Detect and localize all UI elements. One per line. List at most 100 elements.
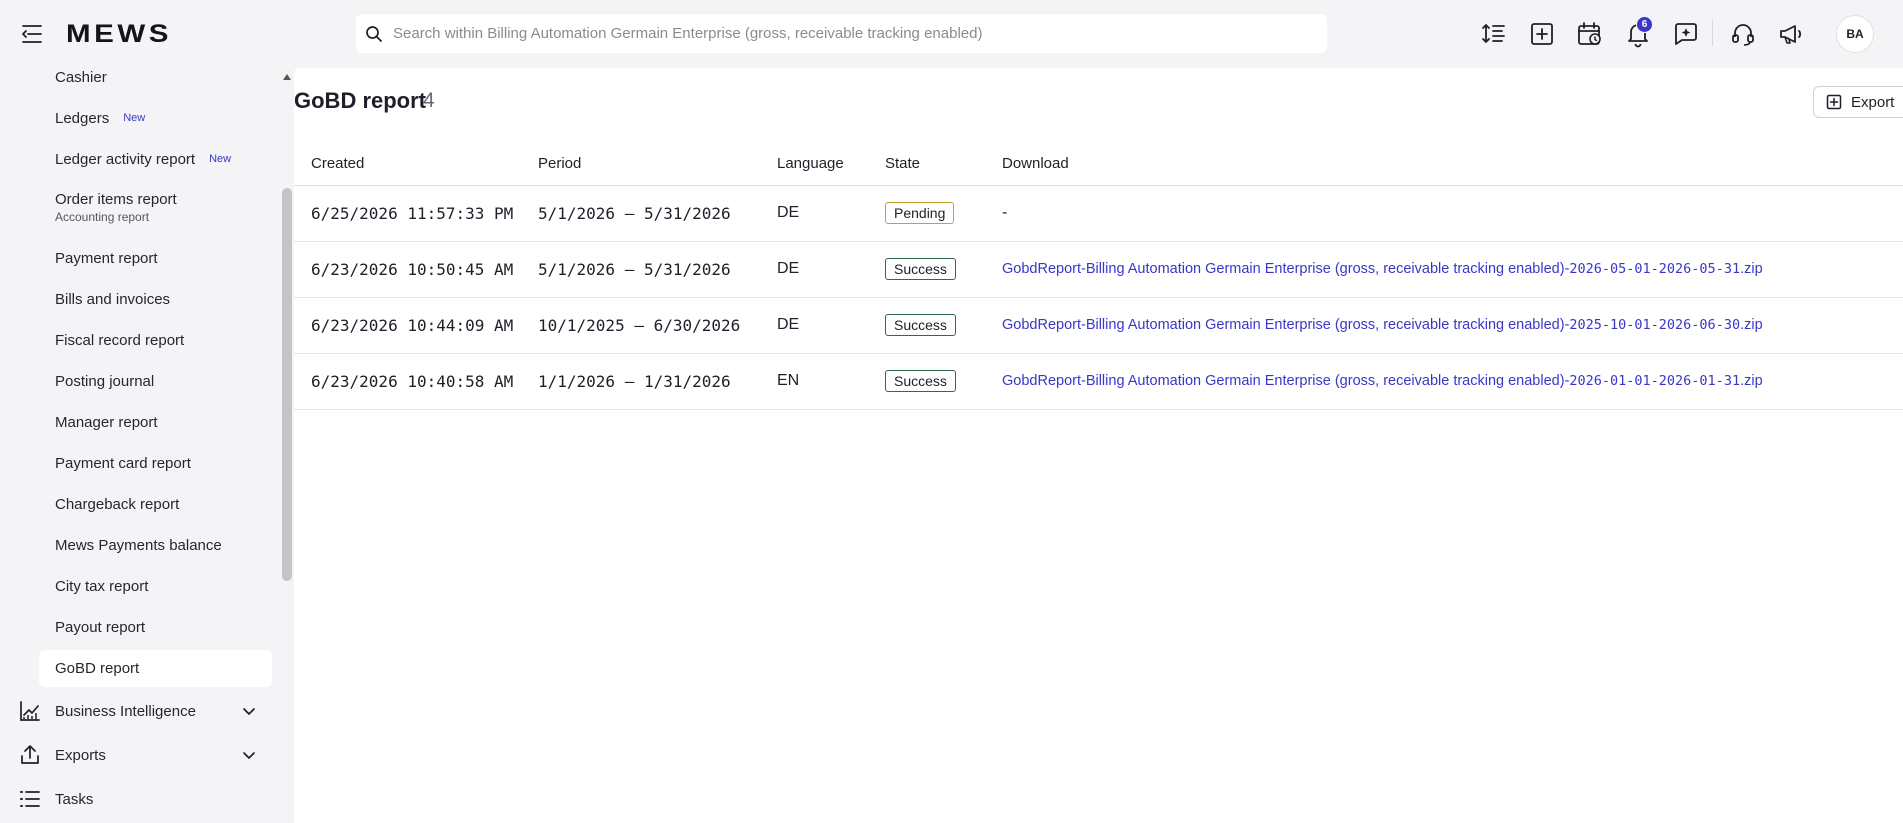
download-file-ext: .zip xyxy=(1740,317,1763,333)
sidebar-item-mews-payments-balance[interactable]: Mews Payments balance xyxy=(39,536,272,554)
sidebar-group-exports[interactable]: Exports xyxy=(0,738,265,772)
sidebar-item-label: Posting journal xyxy=(55,372,155,390)
sidebar-item-city-tax-report[interactable]: City tax report xyxy=(39,577,272,595)
column-header-state[interactable]: State xyxy=(885,143,1002,186)
download-link[interactable]: GobdReport-Billing Automation Germain En… xyxy=(1002,261,1763,277)
download-cell: GobdReport-Billing Automation Germain En… xyxy=(1002,297,1903,354)
new-tag: New xyxy=(123,112,146,124)
chevron-down-icon[interactable] xyxy=(241,703,257,719)
table-header-row: Created Period Language State Download xyxy=(294,143,1903,186)
created-cell: 6/25/2026 11:57:33 PM xyxy=(294,185,538,242)
table-row[interactable]: 6/23/2026 10:44:09 AM 10/1/2025 – 6/30/2… xyxy=(294,297,1903,354)
download-file-name: GobdReport-Billing Automation Germain En… xyxy=(1002,373,1570,389)
menu-toggle-icon[interactable] xyxy=(20,23,44,45)
sidebar-item-label: Manager report xyxy=(55,413,158,431)
scroll-up-arrow-icon[interactable] xyxy=(283,74,291,80)
status-badge: Success xyxy=(885,258,956,280)
state-cell: Success xyxy=(885,353,1002,410)
download-link[interactable]: GobdReport-Billing Automation Germain En… xyxy=(1002,373,1763,389)
calendar-clock-icon[interactable] xyxy=(1576,20,1604,48)
sidebar-item-label: Order items report xyxy=(55,191,177,208)
download-file-ext: .zip xyxy=(1740,373,1763,389)
search-input[interactable] xyxy=(393,25,1293,42)
search-icon xyxy=(366,25,382,42)
sidebar-item-sublabel: Accounting report xyxy=(55,210,150,224)
export-label: Export xyxy=(1851,93,1895,111)
sidebar-item-bills-and-invoices[interactable]: Bills and invoices xyxy=(39,290,272,308)
export-button[interactable]: Export xyxy=(1813,86,1903,118)
report-count: 4 xyxy=(423,89,435,112)
sidebar-item-label: Ledger activity report xyxy=(55,150,196,168)
column-header-created[interactable]: Created xyxy=(294,143,538,186)
export-icon xyxy=(1826,94,1842,110)
download-file-name: GobdReport-Billing Automation Germain En… xyxy=(1002,261,1570,277)
status-badge: Success xyxy=(885,314,956,336)
main-content: GoBD report 4 Export Created Period Lang… xyxy=(294,68,1903,823)
table-row[interactable]: 6/23/2026 10:50:45 AM 5/1/2026 – 5/31/20… xyxy=(294,241,1903,298)
language-cell: DE xyxy=(777,185,885,242)
language-cell: DE xyxy=(777,297,885,354)
sidebar-item-label: Mews Payments balance xyxy=(55,536,222,554)
sidebar-group-business-intelligence[interactable]: Business Intelligence xyxy=(0,694,265,728)
sidebar-item-label: GoBD report xyxy=(55,660,140,677)
sidebar-group-label: Business Intelligence xyxy=(55,702,196,720)
period-cell: 5/1/2026 – 5/31/2026 xyxy=(538,241,777,298)
sidebar-item-label: Ledgers xyxy=(55,109,110,127)
sidebar-item-order-items-report[interactable]: Order items report Accounting report xyxy=(39,191,272,225)
sidebar-item-chargeback-report[interactable]: Chargeback report xyxy=(39,495,272,513)
state-cell: Success xyxy=(885,241,1002,298)
language-cell: EN xyxy=(777,353,885,410)
sidebar-group-tasks[interactable]: Tasks xyxy=(0,782,265,816)
download-link[interactable]: GobdReport-Billing Automation Germain En… xyxy=(1002,317,1763,333)
add-square-icon[interactable] xyxy=(1528,20,1556,48)
sidebar-item-manager-report[interactable]: Manager report xyxy=(39,413,272,431)
sidebar: Cashier Ledgers New Ledger activity repor… xyxy=(0,68,280,823)
no-download-text: - xyxy=(1002,204,1008,221)
sidebar-item-payment-card-report[interactable]: Payment card report xyxy=(39,454,272,472)
status-badge: Success xyxy=(885,370,956,392)
created-cell: 6/23/2026 10:44:09 AM xyxy=(294,297,538,354)
sidebar-item-posting-journal[interactable]: Posting journal xyxy=(39,372,272,390)
download-file-dates: 2025-10-01-2026-06-30 xyxy=(1569,317,1741,333)
sidebar-item-label: Cashier xyxy=(55,68,107,86)
column-header-period[interactable]: Period xyxy=(538,143,777,186)
table-row[interactable]: 6/23/2026 10:40:58 AM 1/1/2026 – 1/31/20… xyxy=(294,353,1903,410)
list-icon xyxy=(20,791,40,807)
sidebar-item-label: Payment card report xyxy=(55,454,191,472)
download-file-name: GobdReport-Billing Automation Germain En… xyxy=(1002,317,1570,333)
search-bar[interactable] xyxy=(356,14,1327,53)
top-bar: MEWS 6 BA xyxy=(0,0,1903,68)
sidebar-item-label: Bills and invoices xyxy=(55,290,171,308)
sidebar-item-label: City tax report xyxy=(55,577,149,595)
sidebar-item-fiscal-record-report[interactable]: Fiscal record report xyxy=(39,331,272,349)
ai-sparkle-chat-icon[interactable] xyxy=(1672,20,1700,48)
notification-count-badge: 6 xyxy=(1636,16,1653,33)
mews-logo[interactable]: MEWS xyxy=(66,20,172,49)
scrollbar-thumb[interactable] xyxy=(282,188,292,581)
upload-icon xyxy=(21,745,39,764)
column-header-download[interactable]: Download xyxy=(1002,143,1903,186)
new-tag: New xyxy=(209,153,232,165)
help-headset-icon[interactable] xyxy=(1729,20,1757,48)
megaphone-icon[interactable] xyxy=(1777,20,1805,48)
created-cell: 6/23/2026 10:40:58 AM xyxy=(294,353,538,410)
sidebar-item-payment-report[interactable]: Payment report xyxy=(39,249,272,267)
table-row[interactable]: 6/25/2026 11:57:33 PM 5/1/2026 – 5/31/20… xyxy=(294,185,1903,242)
sidebar-item-label: Fiscal record report xyxy=(55,331,185,349)
sidebar-item-ledgers[interactable]: Ledgers New xyxy=(39,109,272,127)
sidebar-group-label: Tasks xyxy=(55,790,94,808)
sidebar-item-ledger-activity-report[interactable]: Ledger activity report New xyxy=(39,150,272,168)
sort-lines-icon[interactable] xyxy=(1480,20,1508,48)
sidebar-item-cashier[interactable]: Cashier xyxy=(39,68,272,86)
language-cell: DE xyxy=(777,241,885,298)
sidebar-group-label: Exports xyxy=(55,746,106,764)
column-header-language[interactable]: Language xyxy=(777,143,885,186)
sidebar-item-gobd-report[interactable]: GoBD report xyxy=(39,650,272,687)
sidebar-item-payout-report[interactable]: Payout report xyxy=(39,618,272,636)
download-cell: GobdReport-Billing Automation Germain En… xyxy=(1002,241,1903,298)
download-file-dates: 2026-05-01-2026-05-31 xyxy=(1569,261,1741,277)
created-cell: 6/23/2026 10:50:45 AM xyxy=(294,241,538,298)
chevron-down-icon[interactable] xyxy=(241,747,257,763)
user-avatar[interactable]: BA xyxy=(1836,15,1874,53)
download-cell: GobdReport-Billing Automation Germain En… xyxy=(1002,353,1903,410)
